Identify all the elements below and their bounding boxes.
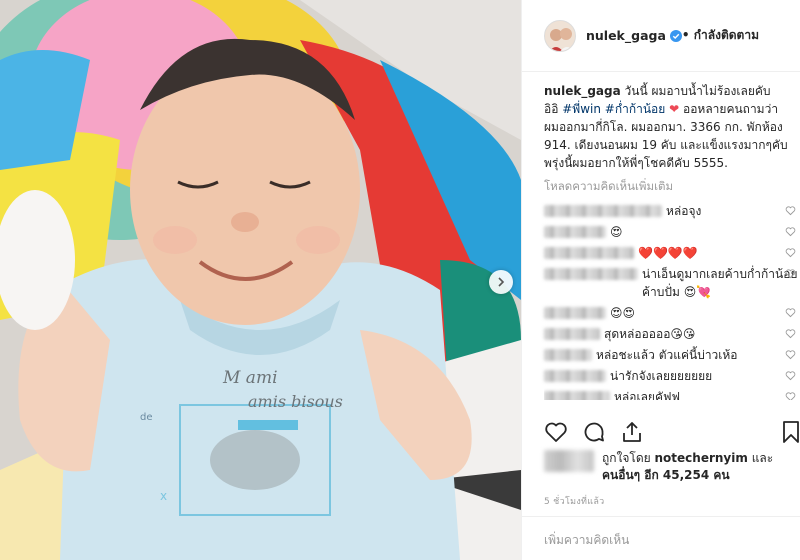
shirt-print-line-1: M ami bbox=[223, 368, 278, 388]
heart-icon[interactable] bbox=[785, 328, 796, 339]
load-more-comments-button[interactable]: โหลดความคิดเห็นเพิ่มเติม bbox=[522, 172, 800, 196]
heart-emoji-icon: ❤ bbox=[669, 102, 680, 116]
comment-emoji: 😘😘 bbox=[670, 327, 696, 341]
avatar[interactable] bbox=[544, 19, 576, 52]
commenter-name-redacted[interactable] bbox=[544, 268, 638, 280]
caption-username[interactable]: nulek_gaga bbox=[544, 84, 621, 98]
likes-prefix: ถูกใจโดย bbox=[602, 451, 655, 465]
comment-row: น่าเอ็นดูมากเลยค้าบก่ำก้าน้อยค้าบปั่ม 😍💘 bbox=[544, 265, 800, 301]
commenter-name-redacted[interactable] bbox=[544, 226, 606, 238]
comment-row: น่ารักจังเลยยยยยยย bbox=[544, 367, 800, 385]
comment-emoji: 😍 bbox=[610, 225, 623, 239]
add-comment-input[interactable]: เพิ่มความคิดเห็น bbox=[522, 516, 800, 560]
post-side-panel: nulek_gaga • กำลังติดตาม nulek_gaga วันน… bbox=[521, 0, 800, 560]
comment-row: หล่อจุง bbox=[544, 202, 800, 220]
comment-row: สุดหล่อออออ😘😘 bbox=[544, 325, 800, 343]
heart-icon[interactable] bbox=[785, 205, 796, 216]
comment-emoji: 😍😍 bbox=[610, 306, 636, 320]
post-caption: nulek_gaga วันนี้ ผมอาบน้ำไม่ร้องเลยคับ … bbox=[522, 72, 800, 172]
comment-text: น่ารักจังเลยยยยยยย bbox=[610, 369, 713, 383]
comment-row: 😍😍 bbox=[544, 304, 800, 322]
chevron-right-icon bbox=[498, 277, 505, 287]
share-icon[interactable] bbox=[620, 420, 644, 444]
shirt-print-line-2: amis bisous bbox=[248, 392, 343, 411]
svg-text:x: x bbox=[160, 489, 167, 503]
baby-photo-illustration: de x bbox=[0, 0, 521, 560]
heart-icon[interactable] bbox=[544, 420, 568, 444]
commenter-name-redacted[interactable] bbox=[544, 307, 606, 319]
comment-emoji: ❤️❤️❤️❤️ bbox=[638, 246, 698, 260]
heart-icon[interactable] bbox=[785, 247, 796, 258]
comment-emoji: 😍💘 bbox=[683, 285, 712, 299]
comment-row: ❤️❤️❤️❤️ bbox=[544, 244, 800, 262]
following-status[interactable]: • กำลังติดตาม bbox=[682, 26, 759, 45]
post-photo[interactable]: de x M ami amis bisous bbox=[0, 0, 521, 560]
comment-text: หล่อชะแล้ว ตัวแค่นี้บ่าวเห้อ bbox=[596, 348, 738, 362]
hashtag-link[interactable]: #ก่ำก้าน้อย bbox=[605, 102, 666, 116]
commenter-name-redacted[interactable] bbox=[544, 349, 592, 361]
heart-icon[interactable] bbox=[785, 391, 796, 400]
hashtag-link[interactable]: #พี่win bbox=[562, 102, 601, 116]
commenter-name-redacted[interactable] bbox=[544, 328, 600, 340]
comment-text: น่าเอ็นดูมากเลยค้าบก่ำก้าน้อยค้าบปั่ม bbox=[642, 267, 798, 299]
post-timestamp[interactable]: 5 ชั่วโมงที่แล้ว bbox=[544, 494, 605, 508]
next-image-button[interactable] bbox=[489, 270, 513, 294]
liker-username[interactable]: notechernyim bbox=[655, 451, 748, 465]
likes-others-count[interactable]: คนอื่นๆ อีก 45,254 คน bbox=[602, 468, 730, 482]
comment-text: หล่อจุง bbox=[666, 204, 702, 218]
comment-row: หล่อชะแล้ว ตัวแค่นี้บ่าวเห้อ bbox=[544, 346, 800, 364]
heart-icon[interactable] bbox=[785, 349, 796, 360]
comments-list: หล่อจุง 😍 ❤️❤️❤️❤️ น่าเอ็นดูมากเลยค้าบก่… bbox=[522, 196, 800, 400]
commenter-name-redacted[interactable] bbox=[544, 205, 662, 217]
comment-text: สุดหล่อออออ bbox=[604, 327, 671, 341]
comment-icon[interactable] bbox=[582, 420, 606, 444]
post-username[interactable]: nulek_gaga bbox=[586, 28, 666, 43]
comment-row: 😍 bbox=[544, 223, 800, 241]
heart-icon[interactable] bbox=[785, 268, 796, 279]
liker-avatars-redacted bbox=[544, 450, 594, 472]
action-bar bbox=[544, 420, 644, 444]
avatar-image bbox=[545, 20, 575, 51]
commenter-name-redacted[interactable] bbox=[544, 391, 610, 400]
verified-badge-icon bbox=[669, 29, 682, 42]
heart-icon[interactable] bbox=[785, 226, 796, 237]
heart-icon[interactable] bbox=[785, 370, 796, 381]
post-header: nulek_gaga • กำลังติดตาม bbox=[522, 0, 800, 72]
svg-text:de: de bbox=[140, 412, 153, 423]
likes-mid: และ bbox=[747, 451, 774, 465]
likes-summary: ถูกใจโดย notechernyim และ คนอื่นๆ อีก 45… bbox=[544, 450, 773, 484]
comment-row: หล่อเลยคัฟฟ bbox=[544, 388, 800, 400]
commenter-name-redacted[interactable] bbox=[544, 370, 606, 382]
bookmark-icon[interactable] bbox=[780, 420, 800, 444]
commenter-name-redacted[interactable] bbox=[544, 247, 634, 259]
heart-icon[interactable] bbox=[785, 307, 796, 318]
comment-text: หล่อเลยคัฟฟ bbox=[614, 390, 680, 400]
